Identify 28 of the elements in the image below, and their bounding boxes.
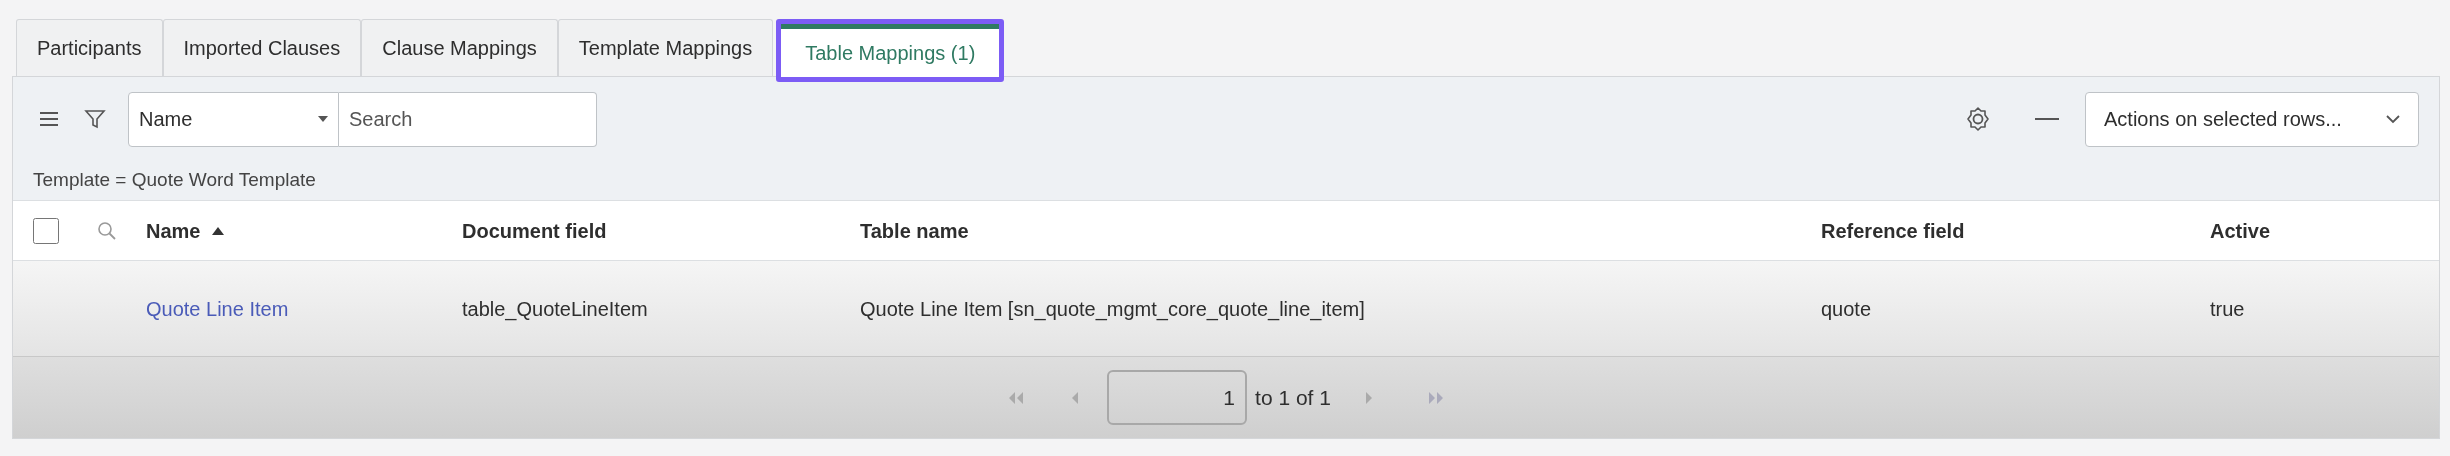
minimize-icon[interactable]: [2035, 117, 2059, 121]
settings-icon[interactable]: [1965, 106, 1991, 132]
table-cell: Quote Line Item [sn_quote_mgmt_core_quote_line_item]: [860, 297, 1365, 320]
search-field-select[interactable]: Name: [128, 91, 339, 147]
select-all-checkbox[interactable]: [33, 217, 59, 244]
actions-select[interactable]: Actions on selected rows...: [2085, 91, 2419, 147]
table-cell: table_QuoteLineItem: [462, 297, 648, 320]
table-cell: quote: [1821, 297, 1872, 320]
caret-icon: [318, 116, 328, 122]
column-header[interactable]: Document field: [462, 215, 607, 246]
record-link[interactable]: Quote Line Item: [146, 297, 289, 320]
page-field[interactable]: 1: [1107, 370, 1248, 425]
filter-icon[interactable]: [84, 108, 106, 130]
tab[interactable]: Participants: [16, 19, 163, 76]
menu-icon[interactable]: [38, 111, 60, 127]
column-header[interactable]: Table name: [860, 215, 969, 246]
tab[interactable]: Template Mappings: [557, 19, 774, 76]
table-cell: true: [2210, 297, 2245, 320]
page-range: to 1 of 1: [1255, 384, 1331, 411]
search-field[interactable]: Search: [339, 91, 597, 147]
column-header[interactable]: Reference field: [1821, 215, 1965, 246]
tab[interactable]: Imported Clauses: [162, 19, 362, 76]
tab[interactable]: Clause Mappings: [361, 19, 558, 76]
column-header[interactable]: Name: [146, 215, 201, 246]
column-header[interactable]: Active: [2210, 215, 2271, 246]
chevron-down-icon: [2386, 114, 2400, 124]
filter-breadcrumb[interactable]: Template = Quote Word Template: [33, 166, 316, 195]
search-icon[interactable]: [97, 220, 117, 241]
